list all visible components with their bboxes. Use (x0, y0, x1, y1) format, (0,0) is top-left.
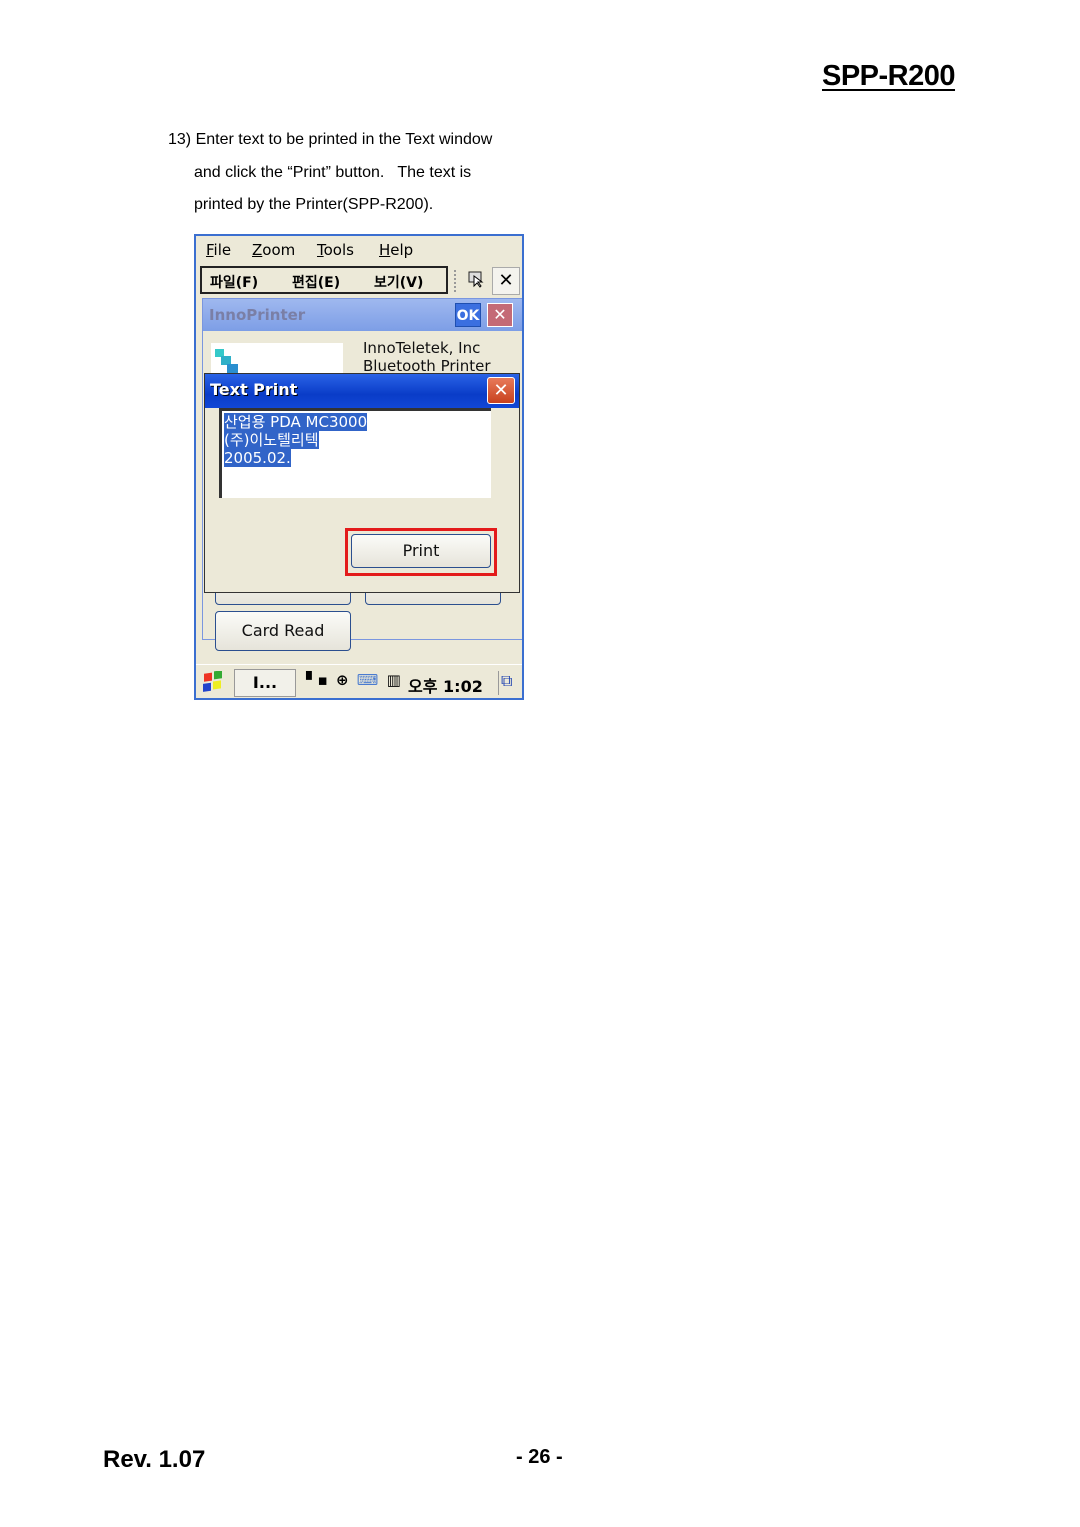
footer-page-number: - 26 - (516, 1446, 563, 1468)
step-line-3: printed by the Printer(SPP-R200). (194, 196, 434, 213)
ok-button[interactable]: OK (455, 303, 481, 327)
menu-bar: File Zoom Tools Help (196, 236, 522, 266)
document-title: SPP-R200 (822, 60, 956, 92)
input-method-icon[interactable]: ▥ (387, 671, 401, 689)
text-line-3: 2005.02. (224, 449, 291, 467)
menu-korean-file[interactable]: 파일(F) (210, 272, 258, 292)
taskbar-app-button[interactable]: I... (234, 669, 296, 697)
text-print-close-button[interactable]: ✕ (487, 377, 515, 404)
text-print-titlebar: Text Print ✕ (205, 374, 519, 408)
clock[interactable]: 오후 1:02 (408, 673, 483, 697)
windows-start-icon[interactable] (202, 671, 224, 695)
network-icon[interactable]: ⌨ (357, 671, 379, 689)
step-line-2: and click the “Print” button. The text i… (194, 163, 472, 181)
ie-icon[interactable]: ⊕ (336, 671, 349, 689)
taskbar: I... ▘▪ ⊕ ⌨ ▥ 오후 1:02 ⧉ (196, 664, 522, 698)
menu-zoom[interactable]: Zoom (252, 241, 295, 259)
system-tray: ▘▪ ⊕ ⌨ ▥ (306, 671, 404, 689)
menu-korean-view[interactable]: 보기(V) (374, 272, 423, 292)
innoprinter-close-button[interactable]: ✕ (487, 303, 513, 327)
print-text-area[interactable]: 산업용 PDA MC3000 (주)이노텔리텍 2005.02. (219, 408, 491, 498)
company-name: InnoTeletek, Inc (363, 339, 481, 357)
clock-ampm: 오후 (408, 677, 438, 696)
innoprinter-titlebar: InnoPrinter OK ✕ (203, 299, 522, 331)
print-button[interactable]: Print (351, 534, 491, 568)
menu-korean-edit[interactable]: 편집(E) (292, 272, 340, 292)
step-line-1: 13) Enter text to be printed in the Text… (168, 131, 493, 148)
menu-help[interactable]: Help (379, 241, 413, 259)
clock-time: 1:02 (443, 677, 483, 696)
korean-menu-toolbar: 파일(F) 편집(E) 보기(V) (200, 266, 448, 294)
text-print-title: Text Print (210, 380, 298, 399)
text-line-2: (주)이노텔리텍 (224, 431, 319, 449)
pda-screenshot: File Zoom Tools Help 파일(F) 편집(E) 보기(V) ✕… (194, 234, 524, 700)
text-line-1: 산업용 PDA MC3000 (224, 413, 368, 431)
toolbar-close-button[interactable]: ✕ (492, 267, 520, 295)
toolbar-pointer-icon[interactable] (468, 270, 484, 288)
menu-file[interactable]: File (206, 241, 231, 259)
window-switch-icon[interactable]: ⧉ (498, 671, 522, 695)
card-read-button[interactable]: Card Read (215, 611, 351, 651)
footer-revision: Rev. 1.07 (103, 1446, 206, 1473)
company-info: InnoTeletek, Inc Bluetooth Printer (363, 339, 491, 375)
signal-icon[interactable]: ▘▪ (306, 671, 328, 689)
innoprinter-title: InnoPrinter (209, 306, 306, 324)
step-instructions: 13) Enter text to be printed in the Text… (168, 124, 492, 222)
menu-tools[interactable]: Tools (317, 241, 354, 259)
toolbar-grip[interactable] (454, 270, 460, 292)
text-print-dialog: Text Print ✕ 산업용 PDA MC3000 (주)이노텔리텍 200… (204, 373, 520, 593)
